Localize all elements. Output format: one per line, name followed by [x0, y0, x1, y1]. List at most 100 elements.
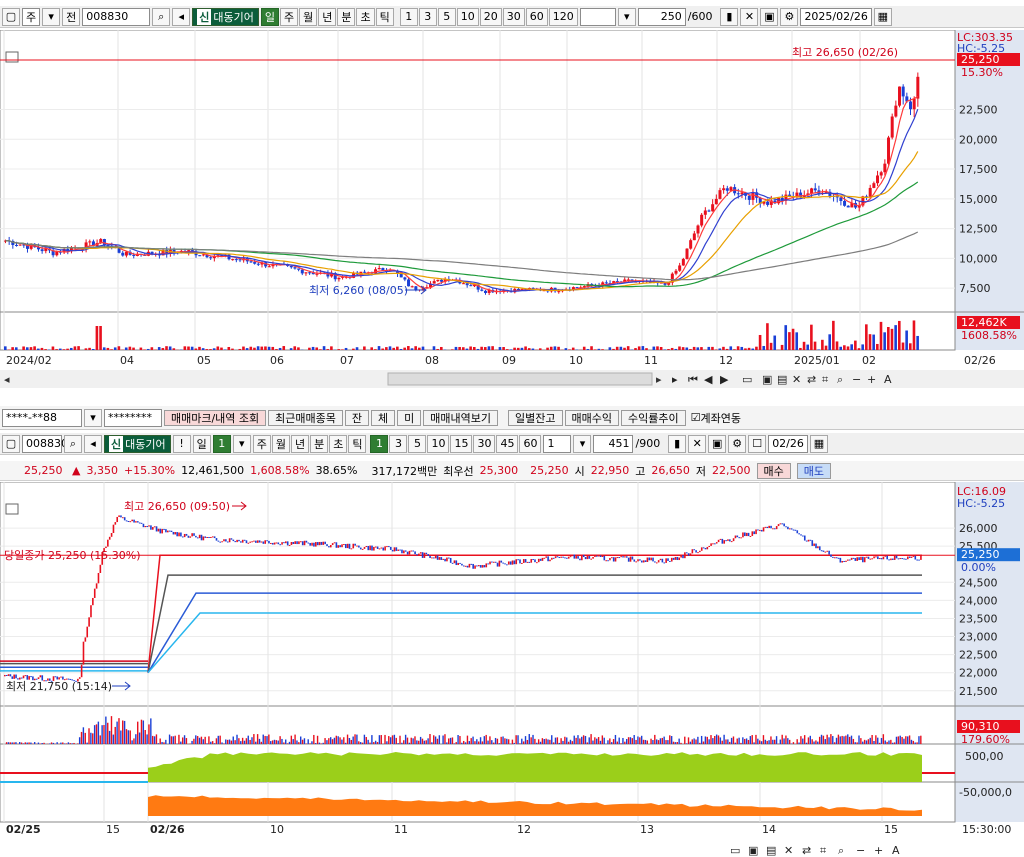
order-button-4[interactable]: 미	[397, 409, 422, 426]
order-button-5[interactable]: 매매내역보기	[423, 409, 499, 426]
window-icon[interactable]: ▢	[2, 434, 20, 453]
account-link-checkbox[interactable]: ☑ 계좌연동	[688, 409, 744, 427]
interval-button-1[interactable]: 3	[389, 434, 408, 453]
order-button-1[interactable]: 최근매매종목	[268, 409, 343, 426]
chevron-down-icon[interactable]: ▾	[84, 408, 102, 427]
interval-button-5[interactable]: 30	[502, 7, 525, 26]
calendar-icon[interactable]: ▦	[809, 434, 828, 453]
period-button-0[interactable]: 일	[260, 7, 279, 26]
interval-button-1[interactable]: 3	[418, 7, 437, 26]
gear-icon[interactable]: ⚙	[728, 434, 747, 453]
interval-button-3[interactable]: 10	[456, 7, 479, 26]
period-button-3[interactable]: 분	[310, 434, 329, 453]
password-input[interactable]: ********	[104, 408, 162, 427]
chevron-down-icon[interactable]: ▾	[617, 7, 636, 26]
day-period-label[interactable]: 일	[192, 434, 211, 453]
calendar-icon[interactable]: ▦	[873, 7, 892, 26]
sell-button[interactable]: 매도	[796, 462, 831, 479]
interval-button-3[interactable]: 10	[427, 434, 450, 453]
order-button-8[interactable]: 수익률추이	[620, 409, 686, 426]
order-button-6[interactable]: 일별잔고	[508, 409, 563, 426]
gear-icon[interactable]: ⚙	[780, 7, 799, 26]
daily-chart[interactable]: 2024/02 04 05 06 07 08 09 10 11 12 2025/01 02 02/26 2…	[0, 30, 1024, 388]
order-button-3[interactable]: 체	[371, 409, 396, 426]
period-button-2[interactable]: 년	[290, 434, 310, 453]
interval-select[interactable]: 1	[543, 434, 572, 453]
period-button-5[interactable]: 초	[356, 7, 375, 26]
interval-button-4[interactable]: 15	[450, 434, 473, 453]
volume-bar	[388, 736, 390, 744]
order-button-7[interactable]: 매매수익	[564, 409, 619, 426]
buy-button[interactable]: 매수	[756, 462, 791, 479]
candle-body	[110, 532, 113, 537]
volume-bar	[251, 737, 253, 744]
save-icon[interactable]: ▣	[760, 7, 779, 26]
period-button-0[interactable]: 주	[252, 434, 271, 453]
interval-button-6[interactable]: 45	[496, 434, 519, 453]
period-button-1[interactable]: 주	[279, 7, 299, 26]
period-button-5[interactable]: 틱	[348, 434, 367, 453]
period-button-4[interactable]: 초	[329, 434, 348, 453]
period-button-6[interactable]: 틱	[375, 7, 394, 26]
candle-icon[interactable]: ▮	[720, 7, 739, 26]
period-type-select[interactable]: 주	[22, 7, 41, 26]
interval-input[interactable]	[579, 7, 616, 26]
stock-code-input[interactable]: 008830	[82, 7, 151, 26]
prev-button[interactable]: 전	[62, 7, 81, 26]
interval-button-5[interactable]: 30	[473, 434, 496, 453]
interval-button-0[interactable]: 1	[370, 434, 389, 453]
chevron-down-icon[interactable]: ▾	[573, 434, 592, 453]
volume-bar	[700, 735, 703, 744]
candle-body	[337, 277, 341, 280]
volume-bar	[146, 734, 148, 744]
order-button-0[interactable]: 매매마크/내역 조회	[164, 409, 267, 426]
scrollbar-thumb[interactable]	[387, 372, 653, 386]
candle-icon[interactable]: ▮	[668, 434, 687, 453]
volume-bar	[707, 346, 711, 350]
volume-bar	[633, 735, 635, 744]
volume-bar	[802, 738, 804, 744]
account-input[interactable]: ****-**88	[2, 408, 82, 427]
stock-name-box[interactable]: 신 대동기어	[192, 7, 259, 26]
interval-button-2[interactable]: 5	[437, 7, 456, 26]
interval-button-4[interactable]: 20	[479, 7, 502, 26]
candle-body	[704, 547, 707, 550]
candle-body	[751, 531, 754, 536]
window-icon[interactable]: ▢	[2, 7, 20, 26]
search-icon[interactable]: ⌕	[152, 7, 171, 26]
interval-button-6[interactable]: 60	[525, 7, 548, 26]
volume-bar	[213, 743, 216, 744]
period-button-3[interactable]: 년	[318, 7, 337, 26]
day-period-value[interactable]: 1	[212, 434, 231, 453]
period-button-2[interactable]: 월	[299, 7, 318, 26]
speaker-icon[interactable]: ◂	[172, 7, 191, 26]
save-icon[interactable]: ▣	[708, 434, 727, 453]
chevron-down-icon[interactable]: ▾	[42, 7, 61, 26]
candle-body	[703, 210, 707, 215]
candle-body	[125, 520, 128, 522]
intraday-chart[interactable]: 26,00025,50024,50024,00023,50023,00022,5…	[0, 482, 1024, 857]
search-icon[interactable]: ⌕	[64, 434, 82, 453]
date-input[interactable]: 02/26	[768, 434, 808, 453]
stock-code-input[interactable]: 008830	[22, 434, 68, 453]
crosshair-icon[interactable]: ✕	[688, 434, 707, 453]
interval-button-2[interactable]: 5	[408, 434, 427, 453]
period-button-4[interactable]: 분	[337, 7, 356, 26]
interval-button-7[interactable]: 120	[548, 7, 578, 26]
interval-button-7[interactable]: 60	[519, 434, 542, 453]
checkbox-icon[interactable]: ☐	[748, 434, 767, 453]
crosshair-icon[interactable]: ✕	[740, 7, 759, 26]
candle-body	[860, 556, 862, 561]
speaker-icon[interactable]: ◂	[84, 434, 102, 453]
order-button-2[interactable]: 잔	[344, 409, 370, 426]
chevron-down-icon[interactable]: ▾	[232, 434, 251, 453]
volume-bar	[594, 737, 596, 744]
volume-bar	[212, 348, 216, 350]
alert-button[interactable]: !	[172, 434, 191, 453]
stock-name-box[interactable]: 신 대동기어	[104, 434, 171, 453]
data-count-input[interactable]: 250	[637, 7, 686, 26]
date-input[interactable]: 2025/02/26	[800, 7, 872, 26]
interval-button-0[interactable]: 1	[399, 7, 418, 26]
data-count-input[interactable]: 451	[593, 434, 634, 453]
period-button-1[interactable]: 월	[271, 434, 290, 453]
